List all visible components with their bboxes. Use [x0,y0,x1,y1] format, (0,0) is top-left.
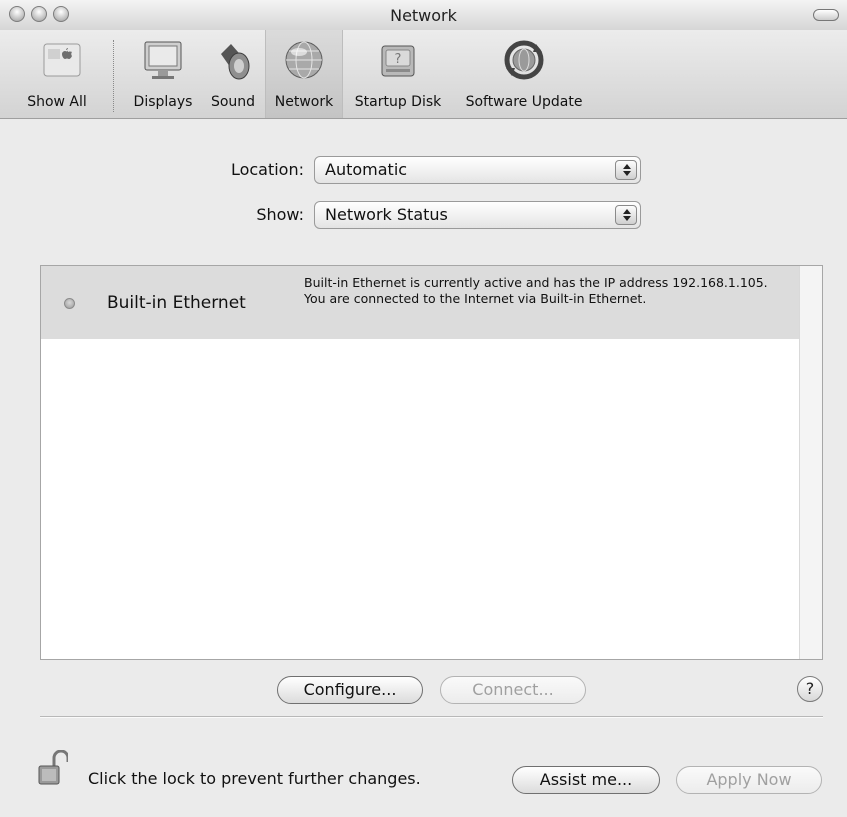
toolbar-item-displays[interactable]: Displays [125,30,201,118]
toolbar-item-startup-disk[interactable]: ? Startup Disk [347,30,449,118]
toolbar-label-sound: Sound [210,94,256,110]
software-update-icon [504,40,544,80]
network-status-list[interactable]: Built-in Ethernet Built-in Ethernet is c… [40,265,823,660]
toolbar-label-displays: Displays [133,94,193,110]
lock-message: Click the lock to prevent further change… [88,769,421,788]
toolbar-label-network: Network [274,94,334,110]
hard-disk-icon: ? [381,45,415,77]
apply-now-button[interactable]: Apply Now [676,766,822,794]
network-pane: Location: Automatic Show: Network Status… [0,119,847,817]
preferences-toolbar: Show All Displays Sound Network ? Startu… [0,30,847,119]
toolbar-label-software-update: Software Update [465,94,583,110]
popup-arrows-icon [615,205,637,225]
toolbar-item-software-update[interactable]: Software Update [457,30,591,118]
status-indicator-icon [64,298,75,309]
show-value: Network Status [325,205,448,224]
list-scrollbar[interactable] [799,266,822,659]
toolbar-toggle-button[interactable] [813,9,839,21]
toolbar-separator [113,40,114,112]
apple-prefs-icon [43,43,81,77]
toolbar-item-network[interactable]: Network [265,30,343,118]
toolbar-label-show-all: Show All [27,94,87,110]
monitor-icon [144,41,182,79]
list-item[interactable]: Built-in Ethernet Built-in Ethernet is c… [41,266,800,339]
popup-arrows-icon [615,160,637,180]
help-button[interactable]: ? [797,676,823,702]
location-popup[interactable]: Automatic [314,156,641,184]
unlocked-lock-icon[interactable] [38,750,68,786]
toolbar-item-sound[interactable]: Sound [203,30,263,118]
assist-me-button[interactable]: Assist me... [512,766,660,794]
svg-text:?: ? [395,52,402,67]
window-title: Network [390,6,457,25]
divider [40,716,823,718]
service-name: Built-in Ethernet [107,293,246,313]
show-label: Show: [256,205,304,224]
service-status-text: Built-in Ethernet is currently active an… [304,275,768,306]
location-value: Automatic [325,160,408,179]
network-globe-icon [285,41,323,79]
speaker-icon [221,44,250,80]
toolbar-item-show-all[interactable]: Show All [10,30,114,118]
connect-button[interactable]: Connect... [440,676,586,704]
location-label: Location: [230,160,304,179]
window-titlebar: Network [0,0,847,31]
configure-button[interactable]: Configure... [277,676,423,704]
toolbar-label-startup-disk: Startup Disk [354,94,442,110]
show-popup[interactable]: Network Status [314,201,641,229]
